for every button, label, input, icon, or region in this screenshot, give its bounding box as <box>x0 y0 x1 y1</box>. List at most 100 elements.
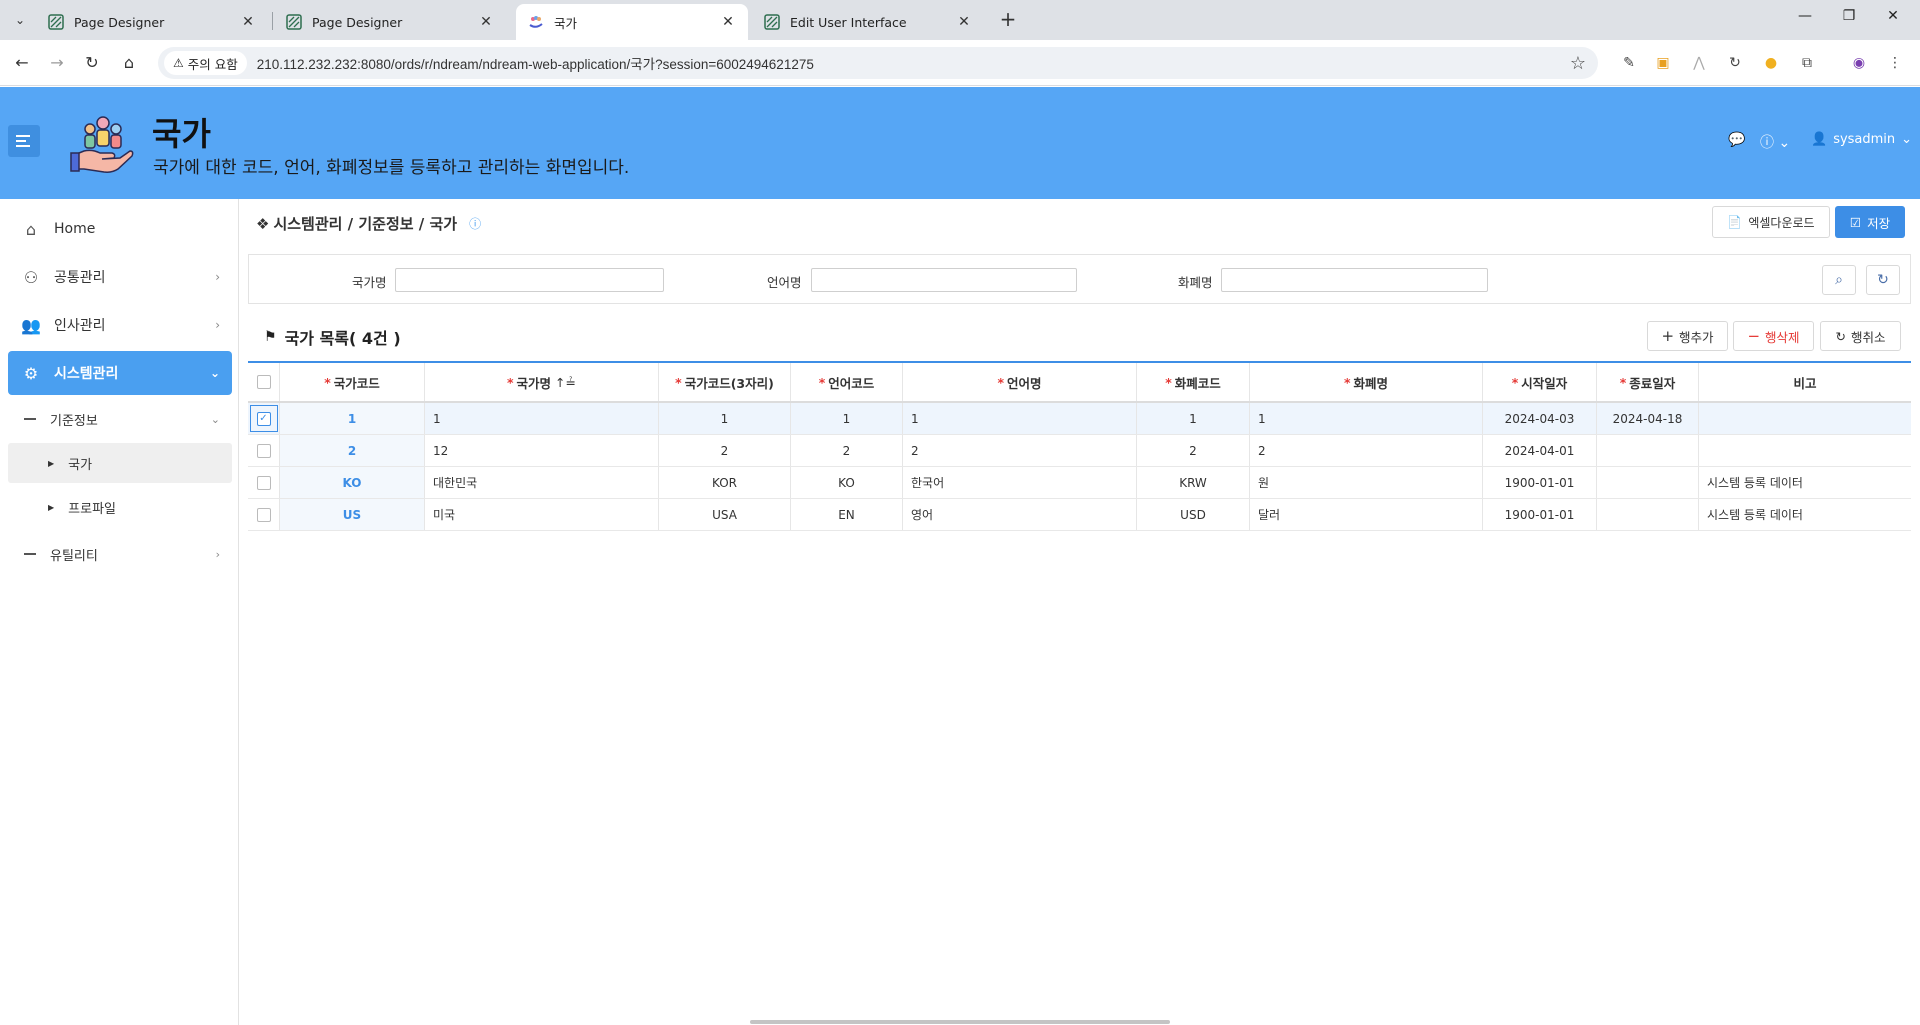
cell-country-code[interactable]: US <box>280 499 425 530</box>
table-row[interactable]: KO 대한민국 KOR KO 한국어 KRW 원 1900-01-01 시스템 … <box>248 467 1911 499</box>
column-header-country-code3[interactable]: * 국가코드(3자리) <box>659 363 791 401</box>
browser-tab-1[interactable]: Page Designer ✕ <box>36 4 268 40</box>
save-button[interactable]: ☑ 저장 <box>1835 206 1905 238</box>
column-header-note[interactable]: 비고 <box>1699 363 1911 401</box>
horizontal-scrollbar[interactable] <box>750 1020 1170 1024</box>
search-button[interactable]: ⌕ <box>1822 265 1856 295</box>
table-row[interactable]: ✓ 1 1 1 1 1 1 1 2024-04-03 2024-04-18 <box>248 403 1911 435</box>
cell-country-code3[interactable]: 1 <box>659 403 791 434</box>
sidebar-item-home[interactable]: ⌂ Home <box>8 207 232 251</box>
country-name-input[interactable] <box>395 268 664 292</box>
column-header-country-code[interactable]: * 국가코드 <box>280 363 425 401</box>
eyedropper-extension-icon[interactable]: ✎ <box>1618 52 1640 74</box>
cell-country-name[interactable]: 12 <box>425 435 659 466</box>
bookmark-star-icon[interactable]: ☆ <box>1570 53 1586 74</box>
back-arrow-icon[interactable]: ← <box>10 51 34 75</box>
column-header-language-name[interactable]: * 언어명 <box>903 363 1137 401</box>
sync-extension-icon[interactable]: ↻ <box>1724 52 1746 74</box>
cell-country-code[interactable]: 2 <box>280 435 425 466</box>
cell-currency-code[interactable]: USD <box>1137 499 1250 530</box>
table-row[interactable]: US 미국 USA EN 영어 USD 달러 1900-01-01 시스템 등록… <box>248 499 1911 531</box>
sun-extension-icon[interactable]: ● <box>1760 52 1782 74</box>
extension-icon[interactable]: ⋀ <box>1688 52 1710 74</box>
new-tab-button[interactable]: + <box>996 8 1020 32</box>
delete-row-button[interactable]: − 행삭제 <box>1733 321 1814 351</box>
notes-extension-icon[interactable]: ▣ <box>1652 52 1674 74</box>
row-checkbox[interactable]: ✓ <box>256 411 271 426</box>
tab-search-button[interactable]: ⌄ <box>8 8 32 32</box>
url-text[interactable]: 210.112.232.232:8080/ords/r/ndream/ndrea… <box>257 53 814 73</box>
column-header-currency-name[interactable]: * 화폐명 <box>1250 363 1483 401</box>
language-name-input[interactable] <box>811 268 1077 292</box>
reload-icon[interactable]: ↻ <box>80 51 104 75</box>
cell-language-code[interactable]: EN <box>791 499 903 530</box>
close-icon[interactable]: ✕ <box>240 14 256 30</box>
sidebar-item-common[interactable]: ⚇ 공통관리 › <box>8 255 232 299</box>
sidebar-item-country[interactable]: ▶ 국가 <box>8 443 232 483</box>
cell-start-date[interactable]: 2024-04-03 <box>1483 403 1597 434</box>
help-circle-icon[interactable]: ⓘ <box>469 215 481 232</box>
cell-end-date[interactable] <box>1597 499 1699 530</box>
home-icon[interactable]: ⌂ <box>117 51 141 75</box>
close-icon[interactable]: ✕ <box>956 14 972 30</box>
close-icon[interactable]: ✕ <box>478 14 494 30</box>
sidebar-item-base-info[interactable]: 기준정보 ⌄ <box>8 399 232 439</box>
cell-currency-name[interactable]: 달러 <box>1250 499 1483 530</box>
cell-currency-code[interactable]: 1 <box>1137 403 1250 434</box>
cell-start-date[interactable]: 1900-01-01 <box>1483 499 1597 530</box>
help-dropdown-icon[interactable]: ⓘ ⌄ <box>1760 132 1790 152</box>
cell-country-code3[interactable]: KOR <box>659 467 791 498</box>
browser-tab-2[interactable]: Page Designer ✕ <box>274 4 506 40</box>
column-header-end-date[interactable]: * 종료일자 <box>1597 363 1699 401</box>
row-checkbox[interactable] <box>256 475 271 490</box>
sidebar-item-utility[interactable]: 유틸리티 › <box>8 534 232 574</box>
address-bar[interactable]: ⚠ 주의 요함 210.112.232.232:8080/ords/r/ndre… <box>158 47 1598 79</box>
cell-end-date[interactable] <box>1597 435 1699 466</box>
forward-arrow-icon[interactable]: → <box>45 51 69 75</box>
extensions-puzzle-icon[interactable]: ⧉ <box>1796 52 1818 74</box>
cell-currency-code[interactable]: 2 <box>1137 435 1250 466</box>
profile-avatar-icon[interactable]: ◉ <box>1848 52 1870 74</box>
cell-country-name[interactable]: 미국 <box>425 499 659 530</box>
close-icon[interactable]: ✕ <box>720 14 736 30</box>
cell-currency-name[interactable]: 1 <box>1250 403 1483 434</box>
cell-end-date[interactable] <box>1597 467 1699 498</box>
cell-note[interactable]: 시스템 등록 데이터 <box>1699 467 1911 498</box>
cell-currency-name[interactable]: 원 <box>1250 467 1483 498</box>
window-close-button[interactable]: ✕ <box>1878 8 1908 32</box>
chat-icon[interactable]: 💬 <box>1728 132 1745 148</box>
cell-country-code[interactable]: 1 <box>280 403 425 434</box>
cell-language-code[interactable]: KO <box>791 467 903 498</box>
sidebar-item-system[interactable]: ⚙ 시스템관리 ⌄ <box>8 351 232 395</box>
cell-end-date[interactable]: 2024-04-18 <box>1597 403 1699 434</box>
column-header-start-date[interactable]: * 시작일자 <box>1483 363 1597 401</box>
cell-start-date[interactable]: 1900-01-01 <box>1483 467 1597 498</box>
user-menu[interactable]: 👤 sysadmin ⌄ <box>1811 132 1912 147</box>
cell-currency-code[interactable]: KRW <box>1137 467 1250 498</box>
cell-country-code[interactable]: KO <box>280 467 425 498</box>
cell-country-name[interactable]: 대한민국 <box>425 467 659 498</box>
security-warning-chip[interactable]: ⚠ 주의 요함 <box>164 51 247 75</box>
menu-toggle-button[interactable] <box>8 125 40 157</box>
cell-language-name[interactable]: 2 <box>903 435 1137 466</box>
add-row-button[interactable]: + 행추가 <box>1647 321 1728 351</box>
browser-menu-icon[interactable]: ⋮ <box>1884 52 1906 74</box>
excel-download-button[interactable]: 📄 엑셀다운로드 <box>1712 206 1830 238</box>
row-checkbox[interactable] <box>256 443 271 458</box>
cell-country-code3[interactable]: USA <box>659 499 791 530</box>
column-header-currency-code[interactable]: * 화폐코드 <box>1137 363 1250 401</box>
browser-tab-4[interactable]: Edit User Interface ✕ <box>752 4 984 40</box>
cell-note[interactable]: 시스템 등록 데이터 <box>1699 499 1911 530</box>
cell-note[interactable] <box>1699 435 1911 466</box>
currency-name-input[interactable] <box>1221 268 1488 292</box>
cell-language-name[interactable]: 한국어 <box>903 467 1137 498</box>
cell-language-name[interactable]: 영어 <box>903 499 1137 530</box>
select-all-checkbox[interactable] <box>256 375 271 389</box>
cell-language-code[interactable]: 1 <box>791 403 903 434</box>
sidebar-item-profile[interactable]: ▶ 프로파일 <box>8 487 232 527</box>
cell-country-name[interactable]: 1 <box>425 403 659 434</box>
column-header-language-code[interactable]: * 언어코드 <box>791 363 903 401</box>
sidebar-item-hr[interactable]: 👥 인사관리 › <box>8 303 232 347</box>
cell-note[interactable] <box>1699 403 1911 434</box>
browser-tab-3-active[interactable]: 국가 ✕ <box>516 4 748 40</box>
